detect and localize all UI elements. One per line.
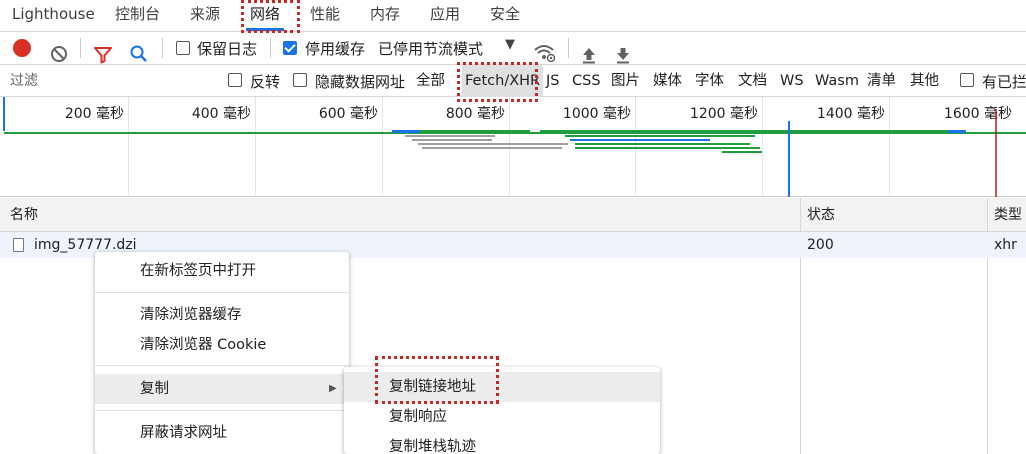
toolbar-divider	[162, 38, 163, 58]
tab-network[interactable]: 网络	[245, 0, 285, 31]
preserve-log-checkbox[interactable]	[176, 41, 190, 55]
submenu-item-copy-link-address[interactable]: 复制链接地址	[344, 372, 660, 402]
context-menu: 在新标签页中打开 清除浏览器缓存 清除浏览器 Cookie 复制 ▶ 屏蔽请求网…	[95, 252, 349, 454]
menu-separator	[95, 292, 349, 293]
invert-checkbox[interactable]	[228, 73, 242, 87]
blocked-requests-label: 有已拦	[982, 73, 1026, 91]
filter-type-all[interactable]: 全部	[416, 65, 445, 97]
network-overview[interactable]: 200 毫秒 400 毫秒 600 毫秒 800 毫秒 1000 毫秒 1200…	[0, 97, 1026, 197]
filter-type-media[interactable]: 媒体	[653, 65, 682, 97]
copy-submenu: 复制链接地址 复制响应 复制堆栈轨迹	[344, 367, 660, 454]
blocked-requests-checkbox[interactable]	[960, 73, 974, 87]
request-status: 200	[807, 237, 834, 253]
menu-item-clear-browser-cookies[interactable]: 清除浏览器 Cookie	[95, 331, 349, 359]
disable-cache-checkbox[interactable]	[283, 41, 297, 55]
hide-data-urls-label: 隐藏数据网址	[315, 73, 406, 91]
filter-type-manifest[interactable]: 清单	[867, 65, 896, 97]
filter-input[interactable]	[4, 68, 212, 94]
record-icon[interactable]	[13, 39, 31, 57]
network-toolbar: 保留日志 停用缓存 已停用节流模式 ▼	[0, 32, 1026, 65]
menu-separator	[95, 365, 349, 366]
filter-type-ws[interactable]: WS	[780, 65, 804, 97]
submenu-arrow-icon: ▶	[329, 383, 337, 394]
overview-bars	[3, 97, 1026, 197]
hide-data-urls-checkbox[interactable]	[293, 73, 307, 87]
column-type-header[interactable]: 类型	[994, 198, 1022, 232]
tab-lighthouse[interactable]: Lighthouse	[12, 0, 95, 31]
menu-item-open-in-new-tab[interactable]: 在新标签页中打开	[95, 257, 349, 285]
tab-console[interactable]: 控制台	[115, 0, 160, 31]
filter-type-wasm[interactable]: Wasm	[815, 65, 859, 97]
filter-type-img[interactable]: 图片	[611, 65, 640, 97]
disable-cache-label: 停用缓存	[305, 40, 366, 58]
column-status-header[interactable]: 状态	[807, 198, 835, 232]
toolbar-divider	[568, 38, 569, 58]
tab-performance[interactable]: 性能	[310, 0, 340, 31]
submenu-item-copy-response[interactable]: 复制响应	[344, 403, 660, 431]
file-icon	[13, 238, 24, 252]
menu-item-copy-label: 复制	[140, 381, 169, 397]
menu-separator	[95, 410, 349, 411]
chevron-down-icon[interactable]: ▼	[505, 37, 515, 52]
toolbar-divider	[270, 38, 271, 58]
filter-type-font[interactable]: 字体	[695, 65, 724, 97]
toolbar-divider	[80, 38, 81, 58]
submenu-item-copy-stack-trace[interactable]: 复制堆栈轨迹	[344, 433, 660, 454]
filter-type-js[interactable]: JS	[546, 65, 559, 97]
menu-item-block-request-url[interactable]: 屏蔽请求网址	[95, 419, 349, 447]
tab-security[interactable]: 安全	[490, 0, 520, 31]
tab-sources[interactable]: 来源	[190, 0, 220, 31]
throttling-select[interactable]: 已停用节流模式	[378, 38, 483, 59]
filter-type-doc[interactable]: 文档	[738, 65, 767, 97]
filter-type-other[interactable]: 其他	[910, 65, 939, 97]
column-name-header[interactable]: 名称	[10, 198, 38, 232]
invert-label: 反转	[250, 73, 281, 91]
request-type: xhr	[994, 237, 1017, 253]
filter-type-fetch-xhr[interactable]: Fetch/XHR	[462, 65, 544, 97]
filter-bar: 反转 隐藏数据网址 全部 Fetch/XHR JS CSS 图片 媒体 字体 文…	[0, 65, 1026, 97]
requests-table-header: 名称 状态 类型	[0, 198, 1026, 232]
devtools-tab-bar: Lighthouse 控制台 来源 网络 性能 内存 应用 安全	[0, 0, 1026, 32]
tab-application[interactable]: 应用	[430, 0, 460, 31]
preserve-log-label: 保留日志	[197, 40, 258, 58]
filter-type-css[interactable]: CSS	[572, 65, 601, 97]
menu-item-copy[interactable]: 复制 ▶	[95, 374, 349, 404]
menu-item-clear-browser-cache[interactable]: 清除浏览器缓存	[95, 301, 349, 329]
tab-memory[interactable]: 内存	[370, 0, 400, 31]
